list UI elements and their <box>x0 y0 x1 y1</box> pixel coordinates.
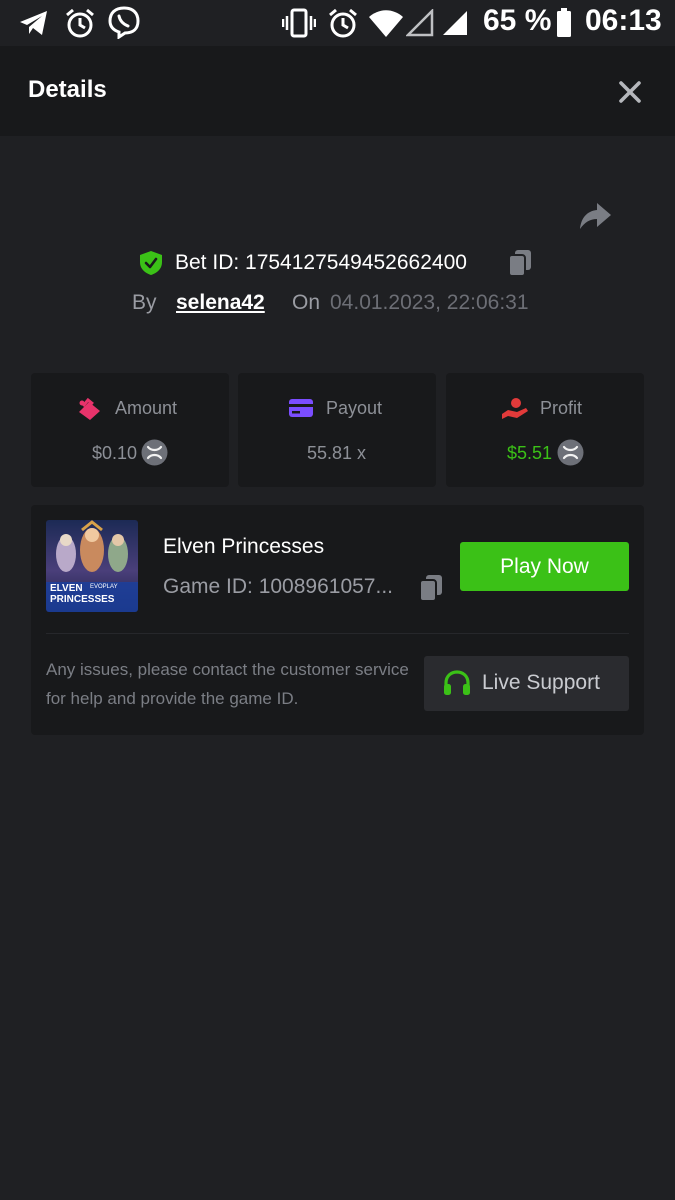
by-label: By <box>132 291 157 314</box>
shield-check-icon <box>140 251 162 275</box>
signal-empty-icon <box>406 9 434 37</box>
game-name: Elven Princesses <box>163 535 325 558</box>
battery-percent: 65 % <box>483 4 552 37</box>
page-title: Details <box>28 76 107 103</box>
share-icon[interactable] <box>577 198 615 236</box>
coins-icon <box>79 397 100 420</box>
card-icon <box>289 399 313 417</box>
details-header: Details <box>0 46 675 136</box>
wifi-icon <box>369 10 403 37</box>
signal-icon <box>443 11 467 35</box>
close-icon[interactable] <box>612 74 648 110</box>
game-id: Game ID: 1008961057... <box>163 575 393 598</box>
divider <box>46 633 629 634</box>
help-text: Any issues, please contact the customer … <box>46 660 409 708</box>
payout-label: Payout <box>326 398 383 418</box>
play-now-button[interactable]: Play Now <box>460 542 629 591</box>
alarm-icon <box>66 8 94 38</box>
viber-icon <box>108 6 140 39</box>
status-bar: 65 % 06:13 <box>0 0 675 46</box>
thumbnail-brand: EVOPLAY <box>90 584 118 590</box>
battery-icon <box>557 8 571 37</box>
payout-value: 55.81 x <box>307 443 367 463</box>
profit-card: Profit $5.51 <box>446 373 644 487</box>
copy-bet-id-icon[interactable] <box>507 249 533 277</box>
payout-card: Payout 55.81 x <box>238 373 436 487</box>
xrp-coin-icon <box>141 439 168 466</box>
headset-icon <box>444 670 470 695</box>
amount-label: Amount <box>115 398 178 418</box>
game-thumbnail[interactable]: ELVEN PRINCESSES EVOPLAY <box>46 520 138 612</box>
bet-datetime: 04.01.2023, 22:06:31 <box>330 291 529 314</box>
bet-id: Bet ID: 1754127549452662400 <box>175 251 467 274</box>
bet-id-row: Bet ID: 1754127549452662400 <box>0 246 675 280</box>
telegram-icon <box>20 11 47 35</box>
hand-coin-icon <box>502 398 528 419</box>
vibrate-icon <box>282 8 316 38</box>
alarm-icon-2 <box>329 8 357 38</box>
game-card: ELVEN PRINCESSES EVOPLAY Elven Princesse… <box>31 505 644 735</box>
live-support-label: Live Support <box>482 671 600 694</box>
profit-label: Profit <box>540 398 583 418</box>
on-label: On <box>292 291 321 314</box>
xrp-coin-icon-2 <box>557 439 584 466</box>
username-link[interactable]: selena42 <box>176 291 265 315</box>
live-support-button[interactable]: Live Support <box>424 656 629 711</box>
bet-meta-row: By selena42 On 04.01.2023, 22:06:31 <box>0 288 675 318</box>
profit-value: $5.51 <box>507 443 553 463</box>
clock: 06:13 <box>585 4 662 37</box>
copy-game-id-icon[interactable] <box>418 574 444 602</box>
amount-value: $0.10 <box>92 443 138 463</box>
amount-card: Amount $0.10 <box>31 373 229 487</box>
